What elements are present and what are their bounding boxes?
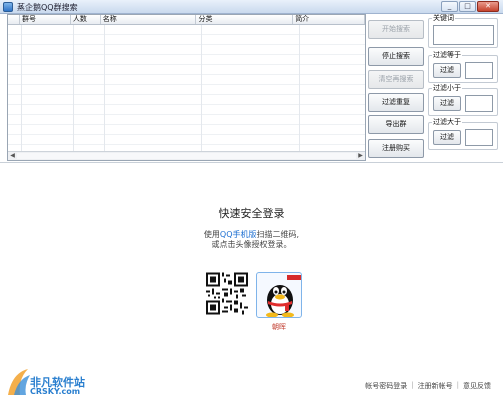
filter-greater-input[interactable]	[465, 129, 493, 146]
watermark-domain: CRSKY.com	[30, 387, 81, 396]
keyword-group: 关键词	[428, 14, 498, 48]
register-buy-button[interactable]: 注册购买	[368, 139, 424, 158]
keyword-input[interactable]	[433, 25, 494, 45]
filter-less-group: 过滤小于 过滤	[428, 84, 498, 116]
col-header-category[interactable]: 分类	[196, 15, 294, 24]
start-search-button[interactable]: 开始搜索	[368, 20, 424, 39]
scroll-track[interactable]	[17, 153, 356, 159]
col-header-index[interactable]	[8, 15, 20, 24]
col-header-intro[interactable]: 简介	[293, 15, 365, 24]
login-qr-code	[206, 272, 248, 315]
export-groups-button[interactable]: 导出群	[368, 115, 424, 134]
login-footer-links: 帐号密码登录 | 注册新帐号 | 意见反馈	[365, 381, 491, 391]
password-login-link[interactable]: 帐号密码登录	[365, 381, 407, 391]
filter-less-button[interactable]: 过滤	[433, 96, 461, 111]
avatar-nickname[interactable]: 朝晖	[256, 322, 302, 332]
penguin-avatar-icon	[266, 275, 301, 317]
filter-equals-label: 过滤等于	[432, 51, 462, 60]
register-account-link[interactable]: 注册新帐号	[418, 381, 453, 391]
feedback-link[interactable]: 意见反馈	[463, 381, 491, 391]
user-avatar[interactable]	[256, 272, 302, 318]
clear-and-search-button[interactable]: 清空再搜索	[368, 70, 424, 89]
filter-equals-group: 过滤等于 过滤	[428, 51, 498, 83]
filter-less-label: 过滤小于	[432, 84, 462, 93]
window-controls: _ □ ✕	[441, 1, 499, 12]
window-title: 蒸企鹅QQ群搜索	[17, 3, 78, 12]
login-title: 快速安全登录	[218, 207, 285, 220]
filter-less-input[interactable]	[465, 95, 493, 112]
horizontal-scrollbar[interactable]: ◀ ▶	[8, 151, 365, 160]
stop-search-button[interactable]: 停止搜索	[368, 47, 424, 66]
app-icon	[3, 2, 13, 12]
scroll-left-icon[interactable]: ◀	[8, 152, 17, 160]
qq-mobile-link[interactable]: QQ手机版	[220, 230, 257, 239]
col-header-members[interactable]: 人数	[71, 15, 101, 24]
filter-equals-input[interactable]	[465, 62, 493, 79]
login-instructions-line2: 或点击头像授权登录。	[211, 240, 292, 249]
grid-header: 群号 人数 名称 分类 简介	[8, 15, 365, 25]
filter-duplicates-button[interactable]: 过滤重复	[368, 93, 424, 112]
grid-body	[8, 25, 365, 151]
minimize-button[interactable]: _	[441, 1, 458, 12]
filter-greater-button[interactable]: 过滤	[433, 130, 461, 145]
keyword-label: 关键词	[432, 14, 455, 23]
title-bar: 蒸企鹅QQ群搜索 _ □ ✕	[0, 0, 503, 14]
filter-greater-group: 过滤大于 过滤	[428, 118, 498, 150]
col-header-group-id[interactable]: 群号	[20, 15, 71, 24]
filter-equals-button[interactable]: 过滤	[433, 63, 461, 78]
results-grid[interactable]: 群号 人数 名称 分类 简介 ◀ ▶	[7, 14, 366, 161]
scroll-right-icon[interactable]: ▶	[356, 152, 365, 160]
col-header-name[interactable]: 名称	[101, 15, 197, 24]
close-button[interactable]: ✕	[477, 1, 499, 12]
maximize-button[interactable]: □	[459, 1, 476, 12]
panel-divider	[0, 162, 503, 163]
filter-greater-label: 过滤大于	[432, 118, 462, 127]
